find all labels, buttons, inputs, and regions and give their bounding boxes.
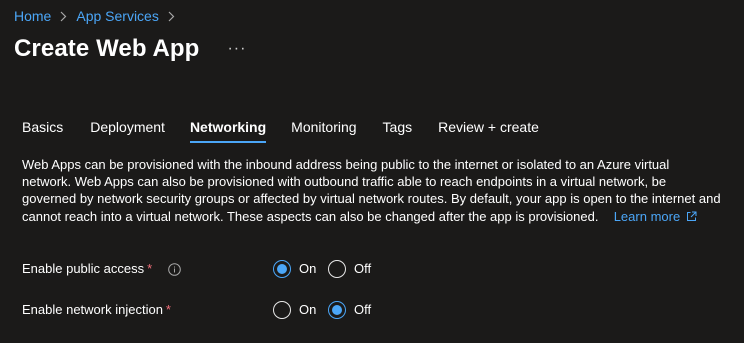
tab-basics[interactable]: Basics <box>22 117 63 143</box>
network-injection-off-label: Off <box>354 302 372 317</box>
network-injection-off-option[interactable]: Off <box>328 298 371 322</box>
public-access-row: Enable public access * On Off <box>22 257 722 281</box>
public-access-on-radio[interactable] <box>273 260 291 278</box>
networking-description: Web Apps can be provisioned with the inb… <box>22 156 722 226</box>
public-access-off-option[interactable]: Off <box>328 257 371 281</box>
tab-bar: Basics Deployment Networking Monitoring … <box>22 117 539 143</box>
page-title: Create Web App <box>14 35 200 62</box>
more-icon[interactable]: ··· <box>223 39 250 59</box>
tab-tags[interactable]: Tags <box>383 117 413 143</box>
chevron-right-icon <box>60 11 67 22</box>
title-row: Create Web App ··· <box>14 33 250 65</box>
network-injection-row: Enable network injection * On Off <box>22 298 722 322</box>
tab-networking[interactable]: Networking <box>189 117 267 143</box>
tab-review-create[interactable]: Review + create <box>438 117 539 143</box>
required-marker: * <box>165 302 171 317</box>
chevron-right-icon <box>168 11 175 22</box>
breadcrumb: Home App Services <box>14 6 184 26</box>
public-access-label: Enable public access <box>22 261 145 276</box>
public-access-off-radio[interactable] <box>328 260 346 278</box>
required-marker: * <box>147 261 153 276</box>
network-injection-off-radio[interactable] <box>328 301 346 319</box>
learn-more-link[interactable]: Learn more <box>614 209 697 224</box>
public-access-on-label: On <box>299 261 317 276</box>
create-web-app-page: Home App Services Create Web App ··· Bas… <box>0 0 744 343</box>
external-link-icon <box>686 209 697 226</box>
network-injection-on-label: On <box>299 302 317 317</box>
breadcrumb-app-services[interactable]: App Services <box>76 6 158 26</box>
breadcrumb-home[interactable]: Home <box>14 6 51 26</box>
public-access-label-group: Enable public access * <box>22 259 181 282</box>
public-access-on-option[interactable]: On <box>273 257 316 281</box>
network-injection-on-option[interactable]: On <box>273 298 316 322</box>
network-injection-label-group: Enable network injection * <box>22 300 171 320</box>
network-injection-label: Enable network injection <box>22 302 163 317</box>
tab-deployment[interactable]: Deployment <box>90 117 165 143</box>
public-access-off-label: Off <box>354 261 372 276</box>
info-icon[interactable] <box>168 262 181 282</box>
network-injection-on-radio[interactable] <box>273 301 291 319</box>
learn-more-label: Learn more <box>613 208 681 224</box>
tab-monitoring[interactable]: Monitoring <box>291 117 356 143</box>
